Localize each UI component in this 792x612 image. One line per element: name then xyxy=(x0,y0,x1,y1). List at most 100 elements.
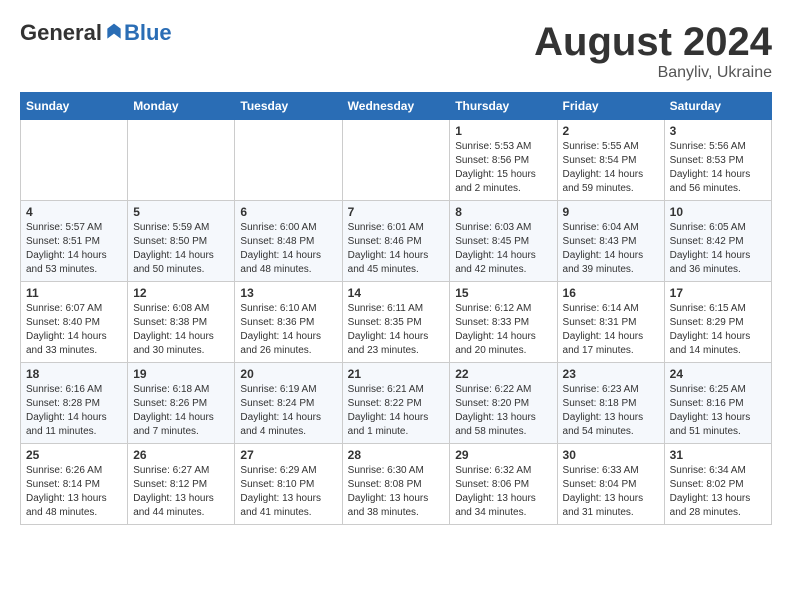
day-info: Sunrise: 6:08 AM Sunset: 8:38 PM Dayligh… xyxy=(133,302,229,358)
logo-icon xyxy=(104,22,124,42)
day-info: Sunrise: 6:05 AM Sunset: 8:42 PM Dayligh… xyxy=(670,221,766,277)
calendar-cell xyxy=(235,120,342,201)
day-number: 26 xyxy=(133,448,229,462)
day-info: Sunrise: 5:53 AM Sunset: 8:56 PM Dayligh… xyxy=(455,140,551,196)
calendar-cell: 10 Sunrise: 6:05 AM Sunset: 8:42 PM Dayli… xyxy=(664,201,771,282)
day-info: Sunrise: 6:10 AM Sunset: 8:36 PM Dayligh… xyxy=(240,302,336,358)
day-info: Sunrise: 6:25 AM Sunset: 8:16 PM Dayligh… xyxy=(670,383,766,439)
day-info: Sunrise: 6:12 AM Sunset: 8:33 PM Dayligh… xyxy=(455,302,551,358)
day-info: Sunrise: 6:23 AM Sunset: 8:18 PM Dayligh… xyxy=(563,383,659,439)
calendar-cell: 26 Sunrise: 6:27 AM Sunset: 8:12 PM Dayli… xyxy=(128,444,235,525)
day-number: 12 xyxy=(133,286,229,300)
calendar-cell: 19 Sunrise: 6:18 AM Sunset: 8:26 PM Dayli… xyxy=(128,363,235,444)
title-block: August 2024 Banyliv, Ukraine xyxy=(534,20,772,82)
day-number: 13 xyxy=(240,286,336,300)
day-number: 21 xyxy=(348,367,445,381)
day-info: Sunrise: 6:34 AM Sunset: 8:02 PM Dayligh… xyxy=(670,464,766,520)
day-of-week-header: Saturday xyxy=(664,93,771,120)
calendar-cell xyxy=(21,120,128,201)
day-number: 10 xyxy=(670,205,766,219)
calendar-cell: 3Sunrise: 5:56 AM Sunset: 8:53 PM Daylig… xyxy=(664,120,771,201)
day-info: Sunrise: 6:14 AM Sunset: 8:31 PM Dayligh… xyxy=(563,302,659,358)
calendar-cell: 28 Sunrise: 6:30 AM Sunset: 8:08 PM Dayli… xyxy=(342,444,450,525)
calendar-cell: 6 Sunrise: 6:00 AM Sunset: 8:48 PM Daylig… xyxy=(235,201,342,282)
calendar-cell xyxy=(128,120,235,201)
day-number: 19 xyxy=(133,367,229,381)
calendar-cell: 11Sunrise: 6:07 AM Sunset: 8:40 PM Dayli… xyxy=(21,282,128,363)
logo-general: General xyxy=(20,20,102,46)
day-info: Sunrise: 6:27 AM Sunset: 8:12 PM Dayligh… xyxy=(133,464,229,520)
day-number: 28 xyxy=(348,448,445,462)
day-of-week-header: Monday xyxy=(128,93,235,120)
calendar-week-row: 25 Sunrise: 6:26 AM Sunset: 8:14 PM Dayli… xyxy=(21,444,772,525)
calendar-cell: 12 Sunrise: 6:08 AM Sunset: 8:38 PM Dayli… xyxy=(128,282,235,363)
day-number: 31 xyxy=(670,448,766,462)
day-number: 8 xyxy=(455,205,551,219)
day-info: Sunrise: 6:16 AM Sunset: 8:28 PM Dayligh… xyxy=(26,383,122,439)
day-number: 23 xyxy=(563,367,659,381)
day-of-week-header: Tuesday xyxy=(235,93,342,120)
day-info: Sunrise: 6:15 AM Sunset: 8:29 PM Dayligh… xyxy=(670,302,766,358)
day-number: 7 xyxy=(348,205,445,219)
day-info: Sunrise: 6:11 AM Sunset: 8:35 PM Dayligh… xyxy=(348,302,445,358)
day-info: Sunrise: 6:26 AM Sunset: 8:14 PM Dayligh… xyxy=(26,464,122,520)
day-info: Sunrise: 6:01 AM Sunset: 8:46 PM Dayligh… xyxy=(348,221,445,277)
day-number: 11 xyxy=(26,286,122,300)
calendar-cell: 5 Sunrise: 5:59 AM Sunset: 8:50 PM Daylig… xyxy=(128,201,235,282)
day-of-week-header: Sunday xyxy=(21,93,128,120)
day-number: 1 xyxy=(455,124,551,138)
calendar-cell: 25 Sunrise: 6:26 AM Sunset: 8:14 PM Dayli… xyxy=(21,444,128,525)
day-info: Sunrise: 6:22 AM Sunset: 8:20 PM Dayligh… xyxy=(455,383,551,439)
day-info: Sunrise: 6:29 AM Sunset: 8:10 PM Dayligh… xyxy=(240,464,336,520)
day-number: 24 xyxy=(670,367,766,381)
day-info: Sunrise: 6:19 AM Sunset: 8:24 PM Dayligh… xyxy=(240,383,336,439)
day-info: Sunrise: 5:59 AM Sunset: 8:50 PM Dayligh… xyxy=(133,221,229,277)
calendar-week-row: 18 Sunrise: 6:16 AM Sunset: 8:28 PM Dayli… xyxy=(21,363,772,444)
calendar-cell: 29 Sunrise: 6:32 AM Sunset: 8:06 PM Dayli… xyxy=(450,444,557,525)
calendar-cell xyxy=(342,120,450,201)
day-number: 20 xyxy=(240,367,336,381)
calendar-week-row: 1 Sunrise: 5:53 AM Sunset: 8:56 PM Daylig… xyxy=(21,120,772,201)
day-number: 5 xyxy=(133,205,229,219)
calendar-cell: 2Sunrise: 5:55 AM Sunset: 8:54 PM Daylig… xyxy=(557,120,664,201)
day-number: 29 xyxy=(455,448,551,462)
day-info: Sunrise: 6:32 AM Sunset: 8:06 PM Dayligh… xyxy=(455,464,551,520)
day-number: 25 xyxy=(26,448,122,462)
day-info: Sunrise: 6:00 AM Sunset: 8:48 PM Dayligh… xyxy=(240,221,336,277)
page-header: General Blue August 2024 Banyliv, Ukrain… xyxy=(20,20,772,82)
logo: General Blue xyxy=(20,20,172,46)
location: Banyliv, Ukraine xyxy=(534,64,772,82)
calendar-cell: 20 Sunrise: 6:19 AM Sunset: 8:24 PM Dayli… xyxy=(235,363,342,444)
day-number: 6 xyxy=(240,205,336,219)
calendar-cell: 1 Sunrise: 5:53 AM Sunset: 8:56 PM Daylig… xyxy=(450,120,557,201)
day-number: 16 xyxy=(563,286,659,300)
day-number: 18 xyxy=(26,367,122,381)
day-of-week-header: Friday xyxy=(557,93,664,120)
calendar-cell: 21 Sunrise: 6:21 AM Sunset: 8:22 PM Dayli… xyxy=(342,363,450,444)
day-number: 30 xyxy=(563,448,659,462)
day-info: Sunrise: 6:30 AM Sunset: 8:08 PM Dayligh… xyxy=(348,464,445,520)
day-of-week-header: Thursday xyxy=(450,93,557,120)
day-info: Sunrise: 6:03 AM Sunset: 8:45 PM Dayligh… xyxy=(455,221,551,277)
calendar-cell: 15 Sunrise: 6:12 AM Sunset: 8:33 PM Dayli… xyxy=(450,282,557,363)
day-number: 27 xyxy=(240,448,336,462)
day-of-week-header: Wednesday xyxy=(342,93,450,120)
calendar-cell: 18 Sunrise: 6:16 AM Sunset: 8:28 PM Dayli… xyxy=(21,363,128,444)
calendar-cell: 31 Sunrise: 6:34 AM Sunset: 8:02 PM Dayli… xyxy=(664,444,771,525)
day-number: 15 xyxy=(455,286,551,300)
days-header-row: SundayMondayTuesdayWednesdayThursdayFrid… xyxy=(21,93,772,120)
day-info: Sunrise: 5:57 AM Sunset: 8:51 PM Dayligh… xyxy=(26,221,122,277)
day-info: Sunrise: 6:33 AM Sunset: 8:04 PM Dayligh… xyxy=(563,464,659,520)
calendar-cell: 9Sunrise: 6:04 AM Sunset: 8:43 PM Daylig… xyxy=(557,201,664,282)
day-number: 22 xyxy=(455,367,551,381)
logo-blue: Blue xyxy=(124,20,172,46)
day-number: 9 xyxy=(563,205,659,219)
calendar-cell: 24 Sunrise: 6:25 AM Sunset: 8:16 PM Dayli… xyxy=(664,363,771,444)
calendar-week-row: 11Sunrise: 6:07 AM Sunset: 8:40 PM Dayli… xyxy=(21,282,772,363)
day-number: 3 xyxy=(670,124,766,138)
calendar-cell: 17Sunrise: 6:15 AM Sunset: 8:29 PM Dayli… xyxy=(664,282,771,363)
calendar-cell: 30 Sunrise: 6:33 AM Sunset: 8:04 PM Dayli… xyxy=(557,444,664,525)
day-info: Sunrise: 6:21 AM Sunset: 8:22 PM Dayligh… xyxy=(348,383,445,439)
day-info: Sunrise: 6:18 AM Sunset: 8:26 PM Dayligh… xyxy=(133,383,229,439)
month-year: August 2024 xyxy=(534,20,772,64)
